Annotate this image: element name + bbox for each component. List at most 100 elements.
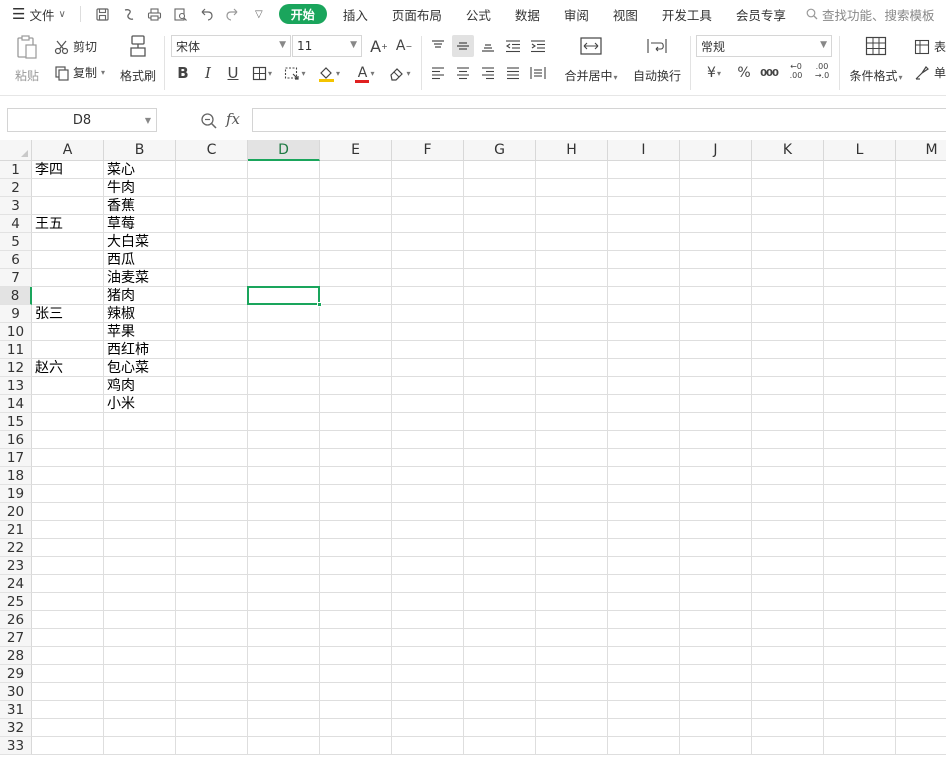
cell-b5[interactable]: 大白菜 (104, 233, 176, 251)
cell-b12[interactable]: 包心菜 (104, 359, 176, 377)
cell-g21[interactable] (464, 521, 536, 539)
align-bottom-button[interactable] (477, 35, 499, 57)
cell-m29[interactable] (896, 665, 946, 683)
cell-a14[interactable] (32, 395, 104, 413)
cell-i26[interactable] (608, 611, 680, 629)
cell-f26[interactable] (392, 611, 464, 629)
row-header[interactable]: 14 (0, 395, 32, 413)
cell-a8[interactable] (32, 287, 104, 305)
cell-m16[interactable] (896, 431, 946, 449)
align-center-button[interactable] (452, 62, 474, 84)
cell-c30[interactable] (176, 683, 248, 701)
cell-i23[interactable] (608, 557, 680, 575)
row-header[interactable]: 30 (0, 683, 32, 701)
cell-h16[interactable] (536, 431, 608, 449)
tab-home[interactable]: 开始 (278, 4, 327, 24)
tab-formulas[interactable]: 公式 (454, 0, 503, 28)
cell-l2[interactable] (824, 179, 896, 197)
cell-g9[interactable] (464, 305, 536, 323)
cell-i5[interactable] (608, 233, 680, 251)
cell-b27[interactable] (104, 629, 176, 647)
cell-h13[interactable] (536, 377, 608, 395)
cell-j6[interactable] (680, 251, 752, 269)
cell-i16[interactable] (608, 431, 680, 449)
cell-l25[interactable] (824, 593, 896, 611)
cell-l18[interactable] (824, 467, 896, 485)
cell-j29[interactable] (680, 665, 752, 683)
align-right-button[interactable] (477, 62, 499, 84)
cell-d25[interactable] (248, 593, 320, 611)
cell-g2[interactable] (464, 179, 536, 197)
tab-insert[interactable]: 插入 (331, 0, 380, 28)
cell-j17[interactable] (680, 449, 752, 467)
cell-k30[interactable] (752, 683, 824, 701)
cell-f33[interactable] (392, 737, 464, 755)
cell-i2[interactable] (608, 179, 680, 197)
cell-a16[interactable] (32, 431, 104, 449)
cell-h24[interactable] (536, 575, 608, 593)
cell-k21[interactable] (752, 521, 824, 539)
cell-j2[interactable] (680, 179, 752, 197)
cell-l13[interactable] (824, 377, 896, 395)
cell-l4[interactable] (824, 215, 896, 233)
cell-m21[interactable] (896, 521, 946, 539)
cell-m30[interactable] (896, 683, 946, 701)
cell-f5[interactable] (392, 233, 464, 251)
cell-d32[interactable] (248, 719, 320, 737)
cell-i33[interactable] (608, 737, 680, 755)
cell-e25[interactable] (320, 593, 392, 611)
cell-b14[interactable]: 小米 (104, 395, 176, 413)
cell-m6[interactable] (896, 251, 946, 269)
cell-k32[interactable] (752, 719, 824, 737)
cell-c9[interactable] (176, 305, 248, 323)
cell-j11[interactable] (680, 341, 752, 359)
row-header[interactable]: 7 (0, 269, 32, 287)
cell-e16[interactable] (320, 431, 392, 449)
cell-b3[interactable]: 香蕉 (104, 197, 176, 215)
cell-e30[interactable] (320, 683, 392, 701)
cell-d5[interactable] (248, 233, 320, 251)
cell-b21[interactable] (104, 521, 176, 539)
active-cell-selection[interactable] (247, 286, 320, 305)
cell-j25[interactable] (680, 593, 752, 611)
cell-m25[interactable] (896, 593, 946, 611)
row-header[interactable]: 4 (0, 215, 32, 233)
column-header-f[interactable]: F (392, 140, 464, 161)
cell-f22[interactable] (392, 539, 464, 557)
cell-j14[interactable] (680, 395, 752, 413)
cell-g11[interactable] (464, 341, 536, 359)
cell-d14[interactable] (248, 395, 320, 413)
cell-g28[interactable] (464, 647, 536, 665)
cell-b20[interactable] (104, 503, 176, 521)
row-header[interactable]: 28 (0, 647, 32, 665)
cell-a31[interactable] (32, 701, 104, 719)
cell-m13[interactable] (896, 377, 946, 395)
cell-e5[interactable] (320, 233, 392, 251)
cell-f27[interactable] (392, 629, 464, 647)
cell-f13[interactable] (392, 377, 464, 395)
cell-f11[interactable] (392, 341, 464, 359)
cell-i19[interactable] (608, 485, 680, 503)
cell-h10[interactable] (536, 323, 608, 341)
column-header-e[interactable]: E (320, 140, 392, 161)
cell-m8[interactable] (896, 287, 946, 305)
cell-b25[interactable] (104, 593, 176, 611)
fill-handle[interactable] (317, 302, 322, 307)
cell-j8[interactable] (680, 287, 752, 305)
cell-a30[interactable] (32, 683, 104, 701)
cell-i22[interactable] (608, 539, 680, 557)
cell-f7[interactable] (392, 269, 464, 287)
cell-k20[interactable] (752, 503, 824, 521)
merge-center-button[interactable]: 合并居中▾ (560, 36, 622, 84)
cell-c13[interactable] (176, 377, 248, 395)
cell-f28[interactable] (392, 647, 464, 665)
function-search[interactable]: 查找功能、搜索模板 (798, 0, 943, 28)
cell-h32[interactable] (536, 719, 608, 737)
cell-d24[interactable] (248, 575, 320, 593)
cell-d22[interactable] (248, 539, 320, 557)
cell-a4[interactable]: 王五 (32, 215, 104, 233)
table-style-button[interactable]: 表 (914, 38, 946, 55)
format-painter-button[interactable]: 格式刷 (118, 34, 158, 84)
row-header[interactable]: 6 (0, 251, 32, 269)
cell-d6[interactable] (248, 251, 320, 269)
